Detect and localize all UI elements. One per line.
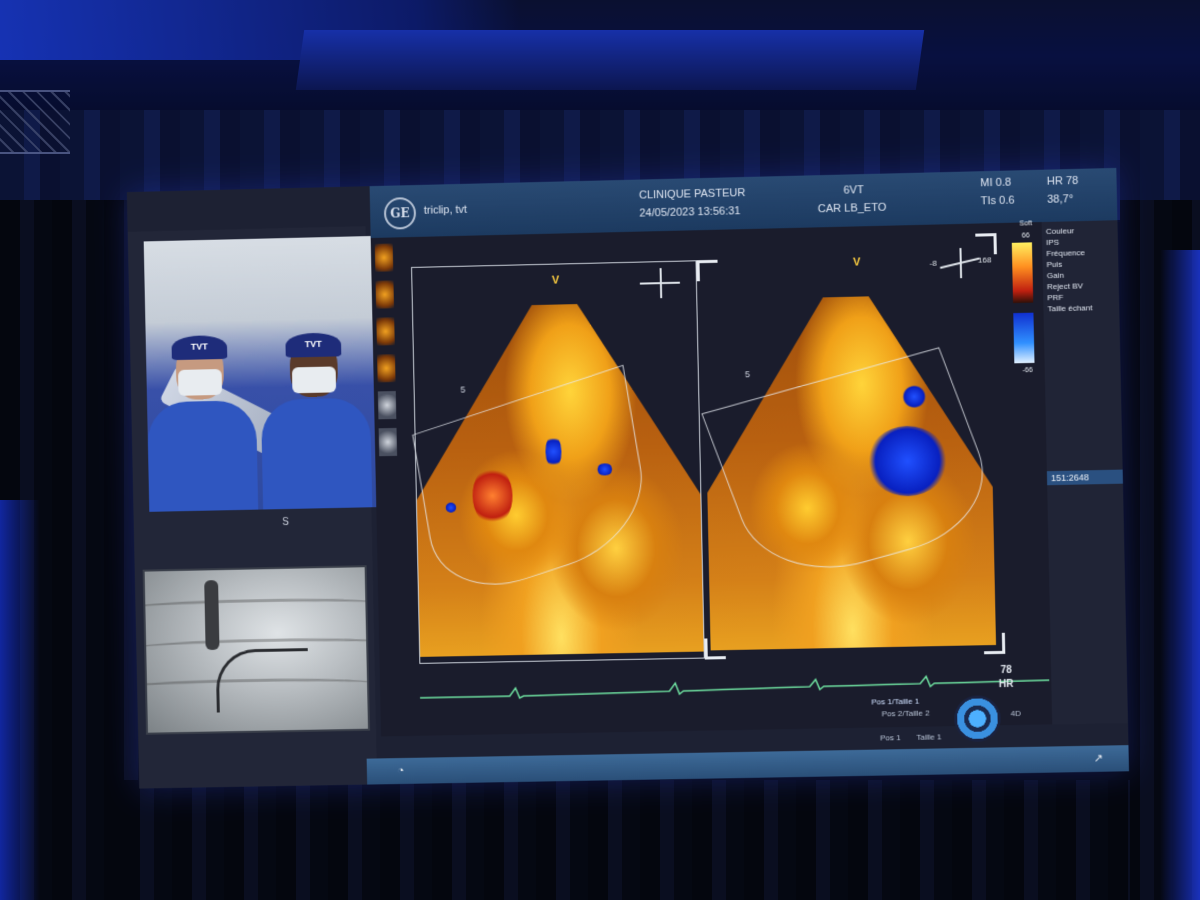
ultrasound-view-left[interactable]: V 5	[411, 260, 705, 664]
patient-tags: triclip, tvt	[423, 203, 468, 217]
plane-axis-icon	[639, 268, 681, 299]
clip-thumbnail[interactable]	[377, 354, 396, 383]
pos1-size1-option[interactable]: Pos 1/Taille 1	[871, 697, 919, 707]
probe-name: 6VT	[843, 184, 864, 197]
heart-rate-readout: HR 78	[1046, 174, 1079, 188]
orientation-marker: V	[852, 256, 861, 269]
thermal-index: TIs 0.6	[980, 194, 1015, 208]
operator-mask	[178, 368, 223, 396]
view-corner	[696, 259, 718, 282]
taskbar-exit-icon[interactable]: ↗	[1090, 751, 1107, 767]
operator-mask	[291, 366, 337, 394]
stage-light-left	[0, 500, 40, 900]
param-sample-size[interactable]: Taille échant	[1047, 302, 1092, 314]
ultrasound-view-right[interactable]: V 5 168 -8	[696, 233, 1006, 660]
angle-label: 168	[977, 255, 992, 265]
size1-label[interactable]: Taille 1	[916, 732, 941, 741]
clip-thumbnail[interactable]	[377, 391, 397, 420]
exam-datetime: 24/05/2023 13:56:31	[639, 205, 741, 220]
stage-light-right	[1160, 250, 1200, 900]
operator-video-feed: TVT TVT	[143, 235, 378, 512]
probe-position-controls: Pos 1/Taille 1 Pos 2/Taille 2 Pos 1 Tail…	[865, 690, 1053, 750]
ceiling-panel	[295, 30, 925, 90]
operator-left: TVT	[146, 330, 259, 512]
plane-axis-icon	[939, 248, 980, 279]
angle-label-neg: -8	[929, 258, 937, 268]
clip-thumbnail[interactable]	[374, 243, 394, 272]
color-scale-cool	[1013, 312, 1035, 364]
pos1-label[interactable]: Pos 1	[880, 733, 901, 742]
doppler-settings-panel: Couleur IPS Fréquence Puis Gain Reject B…	[1011, 220, 1128, 725]
catheter-shadow	[204, 580, 220, 651]
video-label: S	[282, 516, 289, 529]
thumbnail-strip	[373, 241, 415, 457]
left-panel: TVT TVT S	[127, 226, 378, 789]
depth-readout: 151:2648	[1046, 469, 1123, 486]
lighting-truss	[0, 90, 70, 154]
color-map-label: Soft	[1019, 220, 1033, 228]
orientation-marker: V	[551, 274, 560, 287]
ecg-hr-value: 78	[1000, 664, 1012, 677]
fluoroscopy-view	[142, 565, 371, 735]
projection-screen: TVT TVT S GE triclip, tvt CLINIQUE PASTE…	[126, 167, 1130, 789]
taskbar: ◔ ↗	[366, 745, 1130, 785]
mode-4d-label[interactable]: 4D	[1010, 709, 1021, 718]
rib-shadow	[142, 596, 371, 615]
depth-marker: 5	[460, 384, 466, 395]
color-scale-warm	[1011, 242, 1034, 304]
clinic-name: CLINIQUE PASTEUR	[638, 187, 746, 202]
mechanical-index: MI 0.8	[980, 176, 1012, 190]
operator-gown	[147, 400, 259, 512]
clip-thumbnail[interactable]	[378, 427, 398, 457]
operator-cap: TVT	[285, 332, 342, 358]
clip-thumbnail[interactable]	[375, 280, 395, 309]
guidewire-shadow	[215, 648, 310, 713]
pos2-size2-option[interactable]: Pos 2/Taille 2	[882, 709, 930, 719]
clip-thumbnail[interactable]	[376, 317, 395, 346]
param-list: Couleur IPS Fréquence Puis Gain Reject B…	[1046, 225, 1093, 314]
temperature-readout: 38,7°	[1047, 193, 1074, 206]
param-frequency[interactable]: Fréquence	[1046, 247, 1091, 259]
preset-name: CAR LB_ETO	[817, 201, 887, 216]
scale-bottom-label: -66	[1022, 366, 1033, 375]
curtain-bottom	[120, 780, 1130, 900]
scale-top-label: 66	[1021, 232, 1030, 240]
taskbar-app-icon[interactable]: ◔	[393, 763, 409, 779]
ecg-hr-label: HR	[998, 678, 1014, 691]
depth-marker: 5	[744, 369, 751, 380]
operator-right: TVT	[259, 328, 373, 510]
operator-gown	[260, 397, 373, 510]
doppler-flow-blue	[545, 434, 562, 469]
ultrasound-main: V 5 V 5 168 -8 78 HR	[370, 222, 1053, 737]
ge-logo: GE	[383, 197, 417, 230]
dpad-icon[interactable]	[953, 695, 1002, 743]
operator-cap: TVT	[171, 335, 228, 361]
